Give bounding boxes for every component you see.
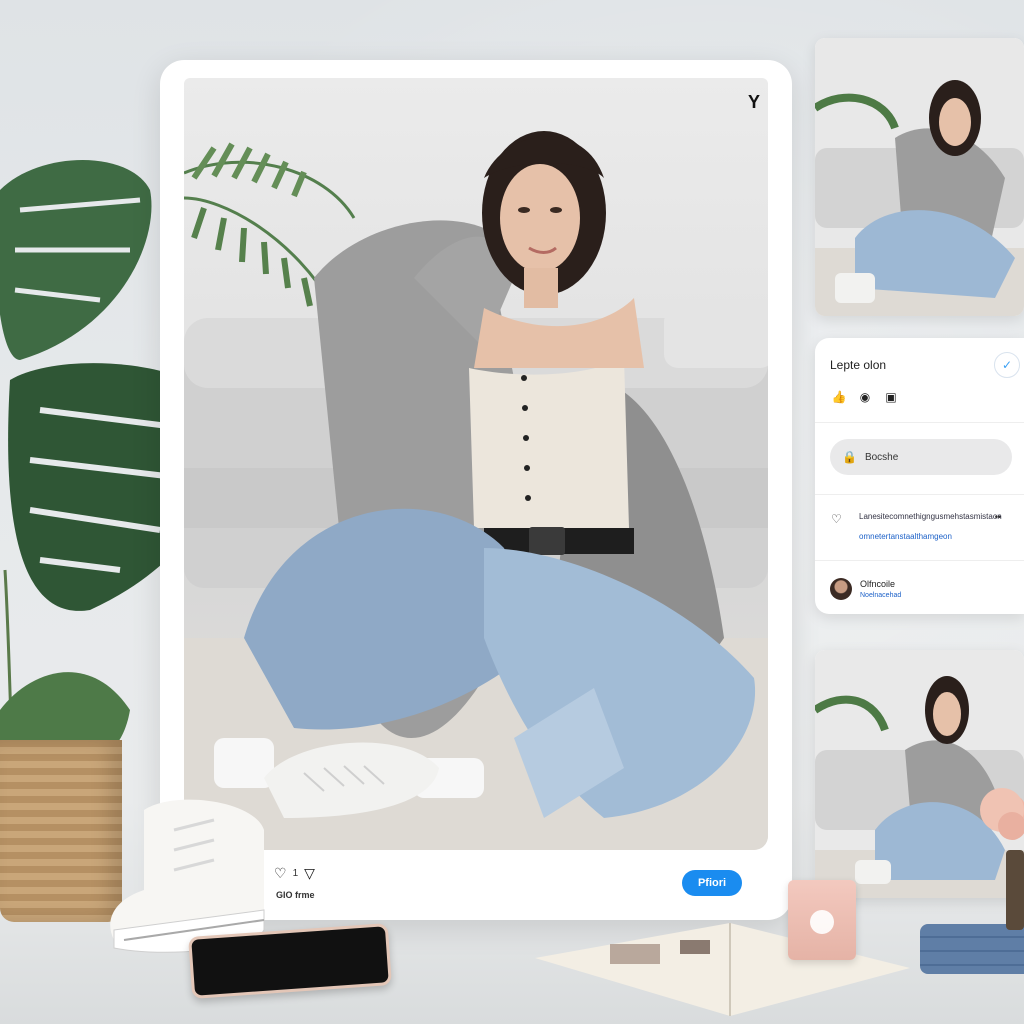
- info-panel: Lepte olon ✓ 👍 ◉ ▣ 🔒 Bocshe ♡ Lanesiteco…: [815, 338, 1024, 614]
- like-count: 1: [292, 867, 299, 879]
- shield-check-icon[interactable]: ✓: [994, 352, 1020, 378]
- thumbnail-1[interactable]: [815, 38, 1024, 316]
- comment-line-2: omnetertanstaalthamgeon: [859, 532, 952, 541]
- post-actions: ♡ 1 ▽: [274, 866, 315, 880]
- panel-search-field[interactable]: 🔒 Bocshe: [830, 439, 1012, 475]
- comment-row[interactable]: ♡ Lanesitecomnethigngusmehstasmistaon om…: [831, 508, 1011, 548]
- send-icon[interactable]: ▽: [304, 866, 315, 880]
- heart-outline-icon[interactable]: ♡: [274, 866, 287, 880]
- divider: [815, 422, 1024, 423]
- heart-outline-icon: ♡: [831, 512, 842, 526]
- search-text: Bocshe: [864, 451, 899, 463]
- panel-action-icons: 👍 ◉ ▣: [831, 389, 899, 405]
- panel-title: Lepte olon: [830, 358, 887, 372]
- bag-icon: 🔒: [842, 450, 857, 464]
- post-caption: GIO frme: [276, 890, 315, 900]
- pink-gadget-decor: [788, 880, 856, 960]
- post-photo[interactable]: [184, 78, 768, 850]
- message-icon[interactable]: ▣: [883, 389, 899, 405]
- post-button[interactable]: Pfiori: [682, 870, 742, 896]
- flower-vase-decor: [980, 788, 1024, 930]
- thumbs-up-icon[interactable]: 👍: [831, 389, 847, 405]
- comment-dots: ••: [994, 512, 1001, 522]
- gadget-logo: [810, 910, 834, 934]
- user-subtitle: Noelnacehad: [860, 592, 902, 599]
- folded-jeans-decor: [920, 924, 1024, 974]
- divider: [815, 494, 1024, 495]
- photo-illustration: [184, 131, 768, 850]
- magazine-decor: [535, 923, 910, 1016]
- avatar: [830, 578, 852, 600]
- user-row[interactable]: Olfncoile Noelnacehad: [830, 576, 1010, 606]
- thumbnail-photo: [815, 38, 1024, 316]
- divider: [815, 560, 1024, 561]
- comment-line-1: Lanesitecomnethigngusmehstasmistaon: [859, 512, 1002, 521]
- circle-icon[interactable]: ◉: [857, 389, 873, 405]
- user-name: Olfncoile: [860, 579, 896, 589]
- post-menu-icon[interactable]: Y: [742, 90, 766, 114]
